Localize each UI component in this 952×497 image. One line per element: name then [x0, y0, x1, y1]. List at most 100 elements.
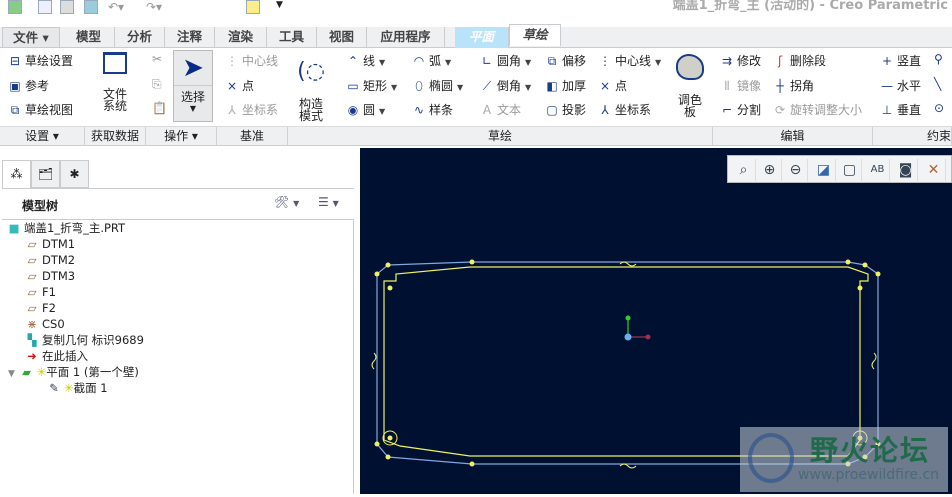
- redo-icon[interactable]: ↷▾: [146, 0, 162, 14]
- folder-browser-tab-icon[interactable]: 🗂: [31, 160, 60, 188]
- tab-annotate[interactable]: 注释: [165, 27, 215, 48]
- copy-icon[interactable]: ⎘: [152, 77, 162, 92]
- project-button[interactable]: ▢ 投影: [545, 101, 586, 119]
- expand-arrow-icon[interactable]: ▼: [8, 369, 15, 379]
- model-tree-tab-icon[interactable]: ⁂: [2, 160, 31, 188]
- spline-button[interactable]: ∿ 样条: [412, 101, 453, 119]
- sketch-view-icon[interactable]: ◙: [894, 159, 918, 181]
- modify-icon: ⇉: [721, 54, 733, 68]
- delete-segment-button[interactable]: ʃ 删除段: [773, 52, 826, 70]
- file-system-button[interactable]: 文件 系统: [92, 52, 138, 112]
- datum-centerline-button[interactable]: ⋮ 中心线: [225, 52, 278, 70]
- tree-item-dtm1[interactable]: ▱ DTM1: [24, 236, 76, 252]
- repaint-icon[interactable]: ◪: [812, 159, 836, 181]
- saved-views-icon[interactable]: AB: [866, 159, 890, 181]
- group-operations[interactable]: 操作 ▾: [146, 127, 217, 146]
- point-icon: ×: [226, 79, 238, 93]
- vertical-constraint-button[interactable]: + 竖直: [880, 52, 921, 70]
- tree-show-icon[interactable]: ☰ ▼: [318, 195, 339, 209]
- datum-point-button[interactable]: × 点: [225, 77, 254, 95]
- datum-plane-icon: ▱: [27, 253, 37, 267]
- tree-item-section[interactable]: ✎ ✳截面 1: [46, 380, 107, 396]
- palette-button[interactable]: 调色 板: [672, 54, 708, 118]
- midpoint-icon[interactable]: ╲: [934, 77, 941, 91]
- tree-item-cs0[interactable]: ⋇ CS0: [24, 316, 64, 332]
- divide-button[interactable]: ⌐ 分割: [720, 101, 761, 119]
- line-button[interactable]: ⌃ 线 ▼: [346, 52, 385, 70]
- datum-display-icon[interactable]: ✕: [922, 159, 946, 181]
- mirror-button[interactable]: ⫴ 镜像: [720, 77, 761, 95]
- tree-item-part[interactable]: ■ 端盖1_折弯_主.PRT: [6, 220, 126, 236]
- horizontal-constraint-button[interactable]: — 水平: [880, 77, 921, 95]
- offset-button[interactable]: ⧉ 偏移: [545, 52, 586, 70]
- chamfer-button[interactable]: ⟋ 倒角 ▼: [480, 77, 531, 95]
- sketch-setup-button[interactable]: ⊟ 草绘设置: [8, 52, 73, 70]
- tree-item-insert-here[interactable]: ➜ 在此插入: [24, 348, 88, 364]
- sketch-centerline-button[interactable]: ⋮ 中心线 ▼: [598, 52, 661, 70]
- watermark: 野火论坛 www.proewildfire.cn: [740, 427, 948, 492]
- tab-tools[interactable]: 工具: [267, 27, 317, 48]
- arc-icon: ◠: [413, 54, 425, 68]
- undo-icon[interactable]: ↶▾: [108, 0, 124, 14]
- csys-y-marker: [625, 315, 631, 321]
- tree-item-f2[interactable]: ▱ F2: [24, 300, 56, 316]
- tree-item-dtm2[interactable]: ▱ DTM2: [24, 252, 76, 268]
- csys-icon: ⅄: [601, 103, 609, 117]
- display-style-icon[interactable]: ▢: [838, 159, 862, 181]
- ellipse-button[interactable]: ⬯ 椭圆 ▼: [412, 77, 463, 95]
- thicken-button[interactable]: ◧ 加厚: [545, 77, 586, 95]
- corner-button[interactable]: ┼ 拐角: [773, 77, 814, 95]
- rectangle-button[interactable]: ▭ 矩形 ▼: [346, 77, 397, 95]
- save-icon[interactable]: [84, 0, 98, 14]
- fillet-button[interactable]: ∟ 圆角 ▼: [480, 52, 531, 70]
- arc-button[interactable]: ◠ 弧 ▼: [412, 52, 451, 70]
- new-feature-star-icon: ✳: [64, 381, 74, 395]
- tree-item-flat-wall[interactable]: ▼ ▰ ✳平面 1 (第一个壁): [8, 364, 139, 380]
- modify-button[interactable]: ⇉ 修改: [720, 52, 761, 70]
- sketch-view-button[interactable]: ⧉ 草绘视图: [8, 101, 73, 119]
- open-icon[interactable]: [60, 0, 74, 14]
- paste-icon[interactable]: 📋: [152, 101, 167, 115]
- tree-item-f1[interactable]: ▱ F1: [24, 284, 56, 300]
- select-button[interactable]: ➤ 选择 ▼: [173, 50, 213, 122]
- tab-sketch[interactable]: 草绘: [509, 24, 561, 46]
- perpendicular-constraint-button[interactable]: ⊥ 垂直: [880, 101, 921, 119]
- circle-button[interactable]: ◉ 圆 ▼: [346, 101, 385, 119]
- tab-model[interactable]: 模型: [63, 27, 115, 48]
- favorites-tab-icon[interactable]: ✱: [60, 160, 89, 188]
- text-button[interactable]: A 文本: [480, 101, 521, 119]
- references-button[interactable]: ▣ 参考: [8, 77, 49, 95]
- rotate-resize-icon: ⟳: [774, 103, 786, 117]
- sketch-csys-button[interactable]: ⅄ 坐标系: [598, 101, 651, 119]
- construction-mode-icon: (◌: [297, 59, 325, 84]
- construction-mode-button[interactable]: (◌ 构造 模式: [292, 52, 330, 122]
- datum-csys-button[interactable]: ⅄ 坐标系: [225, 101, 278, 119]
- tree-settings-icon[interactable]: 🛠 ▼: [274, 195, 299, 209]
- rotate-resize-button[interactable]: ⟳ 旋转调整大小: [773, 101, 862, 119]
- new-icon[interactable]: [38, 0, 52, 14]
- circle-icon: ◉: [347, 103, 359, 117]
- tree-item-dtm3[interactable]: ▱ DTM3: [24, 268, 76, 284]
- ribbon-group-labels: 设置 ▾ 获取数据 操作 ▾ 基准 草绘 编辑 约束: [0, 126, 952, 146]
- window-icon[interactable]: [246, 0, 260, 14]
- group-setup[interactable]: 设置 ▾: [0, 127, 85, 146]
- tab-view[interactable]: 视图: [317, 27, 367, 48]
- customize-dropdown-icon[interactable]: ▼: [276, 0, 283, 10]
- csys-x-marker: [645, 334, 651, 340]
- tab-analysis[interactable]: 分析: [115, 27, 165, 48]
- zoom-out-icon[interactable]: ⊖: [784, 159, 808, 181]
- model-tree-header: 模型树 🛠 ▼ ☰ ▼: [2, 188, 354, 220]
- cut-icon[interactable]: ✂: [152, 52, 162, 66]
- zoom-in-icon[interactable]: ⊕: [758, 159, 782, 181]
- tab-applications[interactable]: 应用程序: [367, 27, 445, 48]
- tab-plane[interactable]: 平面: [455, 27, 509, 48]
- tree-item-copy-geometry[interactable]: ▚ 复制几何 标识9689: [24, 332, 144, 348]
- refit-icon[interactable]: ⌕: [732, 159, 756, 181]
- tangent-icon[interactable]: ⚲: [934, 52, 943, 66]
- group-constrain[interactable]: 约束: [873, 127, 952, 146]
- sketch-point-button[interactable]: × 点: [598, 77, 627, 95]
- tab-file[interactable]: 文件 ▾: [2, 27, 60, 48]
- coincident-icon[interactable]: ⊙: [934, 101, 944, 115]
- tab-render[interactable]: 渲染: [215, 27, 267, 48]
- group-edit: 编辑: [713, 127, 873, 146]
